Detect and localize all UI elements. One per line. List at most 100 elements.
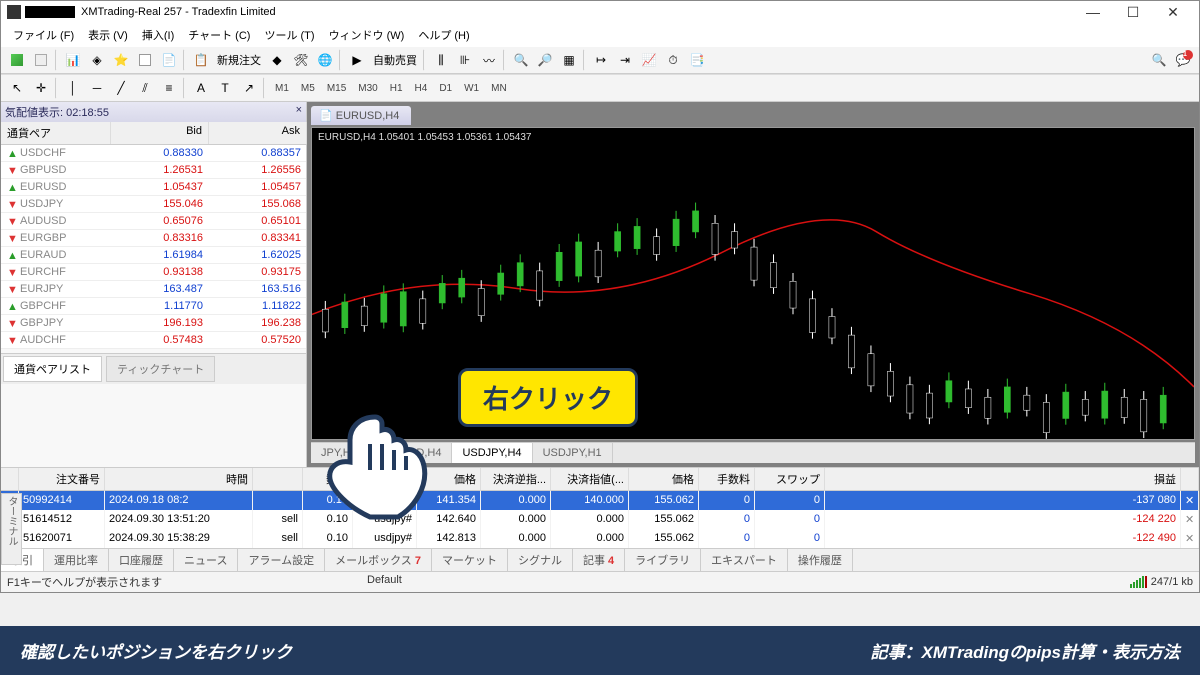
tf-MN[interactable]: MN — [485, 83, 513, 94]
close-button[interactable]: ✕ — [1153, 3, 1193, 21]
mw-row[interactable]: ▼GBPUSD1.265311.26556 — [1, 162, 306, 179]
favorite-icon[interactable]: ⭐ — [110, 49, 132, 71]
toolbar-draw: ↖ ✛ │ ─ ╱ ⫽ ≡ A T ↗ M1M5M15M30H1H4D1W1MN — [1, 74, 1199, 102]
caption-right: 記事：XMTradingのpips計算・表示方法 — [871, 638, 1180, 663]
terminal-tab-item[interactable]: 記事 4 — [573, 549, 625, 571]
mw-tabs: 通貨ペアリスト ティックチャート — [1, 353, 306, 384]
menu-item[interactable]: ツール (T) — [258, 25, 320, 45]
market-watch-header: 気配値表示: 02:18:55× — [1, 102, 306, 122]
menu-item[interactable]: 表示 (V) — [82, 25, 134, 45]
minimize-button[interactable]: — — [1073, 3, 1113, 21]
mw-row[interactable]: ▼EURGBP0.833160.83341 — [1, 230, 306, 247]
strategy-icon[interactable]: 📄 — [158, 49, 180, 71]
menu-item[interactable]: 挿入(I) — [136, 25, 180, 45]
data-window-icon[interactable] — [134, 49, 156, 71]
crosshair-icon[interactable]: ✛ — [30, 77, 52, 99]
autotrade-icon[interactable]: ▶ — [346, 49, 368, 71]
text-icon[interactable]: A — [190, 77, 212, 99]
mw-row[interactable]: ▼EURCHF0.931380.93175 — [1, 264, 306, 281]
tile-icon[interactable]: ▦ — [558, 49, 580, 71]
new-order-icon[interactable]: 📋 — [190, 49, 212, 71]
tf-H4[interactable]: H4 — [409, 83, 434, 94]
mw-row[interactable]: ▼AUDCHF0.574830.57520 — [1, 332, 306, 349]
trendline-icon[interactable]: ╱ — [110, 77, 132, 99]
tf-D1[interactable]: D1 — [433, 83, 458, 94]
candle-chart-icon[interactable]: ⊪ — [454, 49, 476, 71]
mw-row[interactable]: ▲USDCHF0.883300.88357 — [1, 145, 306, 162]
mw-tab-pairs[interactable]: 通貨ペアリスト — [3, 356, 102, 382]
hline-icon[interactable]: ─ — [86, 77, 108, 99]
market-watch-panel: 気配値表示: 02:18:55× 通貨ペアBidAsk ▲USDCHF0.883… — [1, 102, 307, 467]
tf-M5[interactable]: M5 — [295, 83, 321, 94]
position-row[interactable]: 📄516200712024.09.30 15:38:29sell0.10usdj… — [1, 529, 1199, 548]
template-icon[interactable]: 📑 — [686, 49, 708, 71]
mw-row[interactable]: ▼GBPJPY196.193196.238 — [1, 315, 306, 332]
terminal-vertical-tab[interactable]: ターミナル — [1, 493, 22, 565]
terminal-tab-item[interactable]: アラーム設定 — [238, 549, 325, 571]
profile-icon[interactable] — [30, 49, 52, 71]
terminal-tab-item[interactable]: シグナル — [508, 549, 573, 571]
chart-canvas[interactable]: EURUSD,H4 1.05401 1.05453 1.05361 1.0543… — [311, 127, 1195, 440]
window-controls: — ☐ ✕ — [1073, 3, 1193, 21]
zoom-out-icon[interactable]: 🔎 — [534, 49, 556, 71]
chart-tab[interactable]: USDJPY,H4 — [452, 443, 532, 463]
tf-M1[interactable]: M1 — [269, 83, 295, 94]
channel-icon[interactable]: ⫽ — [134, 77, 156, 99]
arrow-icon[interactable]: ↗ — [238, 77, 260, 99]
chart-tab[interactable]: USDJPY,H1 — [533, 443, 613, 463]
chart-ohlc-label: EURUSD,H4 1.05401 1.05453 1.05361 1.0543… — [318, 132, 532, 143]
terminal-tab-item[interactable]: 口座履歴 — [109, 549, 174, 571]
app-icon — [7, 5, 21, 19]
pointer-hand-icon — [320, 412, 440, 522]
search-icon[interactable]: 🔍 — [1148, 49, 1170, 71]
terminal-tab-item[interactable]: 操作履歴 — [788, 549, 853, 571]
line-chart-icon[interactable]: 〰 — [478, 49, 500, 71]
mw-row[interactable]: ▼AUDUSD0.650760.65101 — [1, 213, 306, 230]
position-row[interactable]: 📄509924142024.09.18 08:20.10usdjpy#141.3… — [1, 491, 1199, 510]
period-icon[interactable]: ⏱ — [662, 49, 684, 71]
mw-tab-tick[interactable]: ティックチャート — [106, 356, 215, 382]
label-icon[interactable]: T — [214, 77, 236, 99]
mw-row[interactable]: ▲EURAUD1.619841.62025 — [1, 247, 306, 264]
mw-row[interactable]: ▼USDJPY155.046155.068 — [1, 196, 306, 213]
terminal-tab-item[interactable]: ニュース — [174, 549, 238, 571]
scroll-icon[interactable]: ↦ — [590, 49, 612, 71]
options-icon[interactable]: 🛠 — [290, 49, 312, 71]
position-row[interactable]: 📄516145122024.09.30 13:51:20sell0.10usdj… — [1, 510, 1199, 529]
maximize-button[interactable]: ☐ — [1113, 3, 1153, 21]
new-order-label[interactable]: 新規注文 — [213, 52, 265, 68]
annotation-callout: 右クリック — [458, 368, 638, 427]
tf-M30[interactable]: M30 — [352, 83, 383, 94]
mw-close-icon[interactable]: × — [296, 104, 302, 120]
vline-icon[interactable]: │ — [62, 77, 84, 99]
mw-row[interactable]: ▲GBPCHF1.117701.11822 — [1, 298, 306, 315]
terminal-tab-item[interactable]: メールボックス 7 — [325, 549, 432, 571]
menu-item[interactable]: チャート (C) — [182, 25, 256, 45]
zoom-in-icon[interactable]: 🔍 — [510, 49, 532, 71]
terminal-tab-item[interactable]: ライブラリ — [625, 549, 701, 571]
autotrade-label[interactable]: 自動売買 — [369, 52, 421, 68]
terminal-tab-item[interactable]: 運用比率 — [44, 549, 109, 571]
terminal-tab-item[interactable]: エキスパート — [701, 549, 788, 571]
indicator-icon[interactable]: 📈 — [638, 49, 660, 71]
tf-H1[interactable]: H1 — [384, 83, 409, 94]
navigator-icon[interactable]: ◈ — [86, 49, 108, 71]
new-chart-icon[interactable] — [6, 49, 28, 71]
globe-icon[interactable]: 🌐 — [314, 49, 336, 71]
terminal-tab-item[interactable]: マーケット — [432, 549, 508, 571]
menu-item[interactable]: ヘルプ (H) — [412, 25, 475, 45]
tf-W1[interactable]: W1 — [458, 83, 485, 94]
bar-chart-icon[interactable]: ⫼ — [430, 49, 452, 71]
market-watch-icon[interactable]: 📊 — [62, 49, 84, 71]
menu-item[interactable]: ウィンドウ (W) — [323, 25, 411, 45]
mw-row[interactable]: ▲EURUSD1.054371.05457 — [1, 179, 306, 196]
notify-icon[interactable]: 💬1 — [1172, 49, 1194, 71]
fibo-icon[interactable]: ≡ — [158, 77, 180, 99]
metaeditor-icon[interactable]: ◆ — [266, 49, 288, 71]
cursor-icon[interactable]: ↖ — [6, 77, 28, 99]
chart-window-tab[interactable]: 📄 EURUSD,H4 — [311, 106, 411, 125]
menu-item[interactable]: ファイル (F) — [7, 25, 80, 45]
shift-icon[interactable]: ⇥ — [614, 49, 636, 71]
mw-row[interactable]: ▼EURJPY163.487163.516 — [1, 281, 306, 298]
tf-M15[interactable]: M15 — [321, 83, 352, 94]
